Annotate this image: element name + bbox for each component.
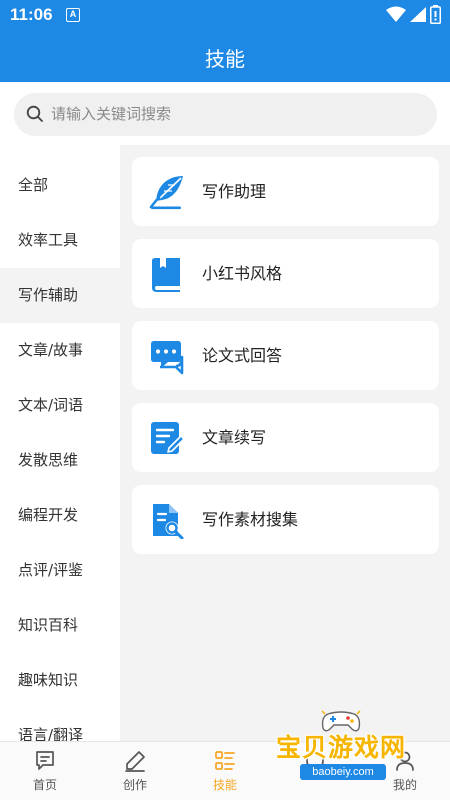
signal-icon xyxy=(410,7,426,22)
category-sidebar: 全部 效率工具 写作辅助 文章/故事 文本/词语 发散思维 编程开发 点评/评鉴… xyxy=(0,145,120,741)
skill-label: 写作素材搜集 xyxy=(202,510,299,529)
battery-icon xyxy=(430,5,441,24)
sidebar-item-writing-assist[interactable]: 写作辅助 xyxy=(0,268,120,323)
search-input[interactable] xyxy=(51,93,411,136)
document-search-icon xyxy=(153,504,184,539)
page-title: 技能 xyxy=(205,47,245,71)
sidebar-item-divergent-thinking[interactable]: 发散思维 xyxy=(0,433,120,488)
skill-label: 文章续写 xyxy=(202,428,267,447)
tab-label: 创作 xyxy=(122,778,147,792)
sidebar-item-efficiency-tools[interactable]: 效率工具 xyxy=(0,213,120,268)
status-bar: 11:06 A xyxy=(0,0,450,30)
sidebar-item-encyclopedia[interactable]: 知识百科 xyxy=(0,598,120,653)
search-icon xyxy=(26,105,43,122)
wifi-icon xyxy=(386,6,406,22)
watermark-text: 宝贝游戏网 xyxy=(276,733,407,762)
title-bar: 技能 xyxy=(0,30,450,82)
skill-label: 论文式回答 xyxy=(202,346,283,365)
tab-create[interactable]: 创作 xyxy=(90,742,180,800)
search-bar[interactable] xyxy=(14,93,437,136)
tab-home[interactable]: 首页 xyxy=(0,742,90,800)
sidebar-item-all[interactable]: 全部 xyxy=(0,158,120,213)
notification-icon: A xyxy=(66,8,80,22)
tab-label: 技能 xyxy=(212,778,237,792)
sidebar-item-language-translation[interactable]: 语言/翻译 xyxy=(0,708,120,741)
skill-list: 写作助理 小红书风格 论文式回答 文章续写 写作素材搜集 xyxy=(120,145,450,741)
watermark: 宝贝游戏网 baobeiy.com xyxy=(270,706,450,800)
skill-card-article-continuation[interactable]: 文章续写 xyxy=(132,403,439,472)
feather-icon xyxy=(149,176,183,210)
sidebar-item-text-words[interactable]: 文本/词语 xyxy=(0,378,120,433)
message-square-icon xyxy=(36,751,54,770)
sidebar-item-article-story[interactable]: 文章/故事 xyxy=(0,323,120,378)
tab-skills[interactable]: 技能 xyxy=(180,742,270,800)
book-icon xyxy=(152,258,180,292)
skill-label: 写作助理 xyxy=(202,182,267,201)
skill-card-essay-answer[interactable]: 论文式回答 xyxy=(132,321,439,390)
skill-label: 小红书风格 xyxy=(202,264,283,283)
tab-label: 首页 xyxy=(32,778,57,792)
skill-card-xiaohongshu-style[interactable]: 小红书风格 xyxy=(132,239,439,308)
pen-icon xyxy=(125,751,145,772)
watermark-url: baobeiy.com xyxy=(300,764,386,780)
skill-card-writing-material-search[interactable]: 写作素材搜集 xyxy=(132,485,439,554)
skill-card-writing-assistant[interactable]: 写作助理 xyxy=(132,157,439,226)
sidebar-item-programming[interactable]: 编程开发 xyxy=(0,488,120,543)
grid-list-icon xyxy=(215,751,235,770)
edit-document-icon xyxy=(151,422,185,454)
header: 11:06 A 技能 xyxy=(0,0,450,145)
sidebar-item-review[interactable]: 点评/评鉴 xyxy=(0,543,120,598)
sidebar-item-fun-facts[interactable]: 趣味知识 xyxy=(0,653,120,708)
chat-bubble-icon xyxy=(151,341,184,375)
status-time: 11:06 xyxy=(10,5,53,24)
